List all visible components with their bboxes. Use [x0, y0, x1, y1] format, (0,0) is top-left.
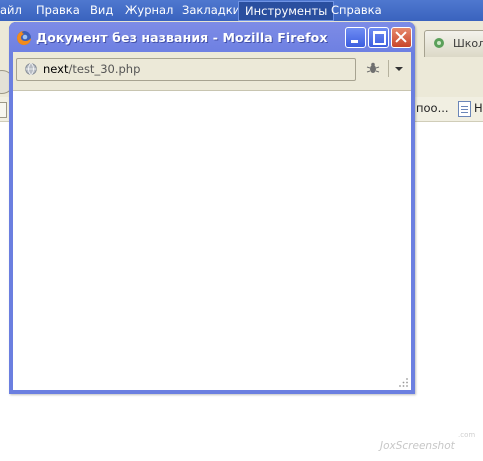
minimize-button[interactable] [345, 27, 366, 48]
tab-label: Школ [453, 37, 483, 50]
url-text: next/test_30.php [43, 59, 140, 80]
bookmark-item-2[interactable]: Н [474, 101, 483, 115]
firefox-icon [17, 31, 31, 45]
watermark-suffix: .com [458, 431, 476, 439]
url-host: next [43, 62, 69, 76]
menu-help[interactable]: Справка [331, 3, 382, 17]
chevron-down-icon[interactable] [391, 60, 407, 77]
popup-body: next/test_30.php [13, 52, 411, 390]
url-path: /test_30.php [68, 62, 141, 76]
menu-edit[interactable]: Правка [36, 3, 80, 17]
leaf-icon [434, 38, 444, 48]
navbar-separator [388, 60, 389, 77]
menu-history[interactable]: Журнал [125, 3, 173, 17]
menu-file[interactable]: айл [0, 3, 22, 17]
maximize-button[interactable] [368, 27, 389, 48]
popup-window: Документ без названия - Mozilla Firefox … [9, 22, 415, 394]
document-icon [458, 101, 471, 117]
popup-navbar: next/test_30.php [13, 52, 411, 91]
window-title: Документ без названия - Mozilla Firefox [36, 30, 328, 45]
menu-view[interactable]: Вид [90, 3, 113, 17]
close-button[interactable] [391, 27, 412, 48]
bug-icon[interactable] [366, 61, 380, 75]
menu-bookmarks[interactable]: Закладки [182, 3, 240, 17]
background-menubar: айл Правка Вид Журнал Закладки Инструмен… [0, 0, 483, 21]
background-tab[interactable]: Школ [424, 30, 483, 57]
menu-tools[interactable]: Инструменты [238, 1, 335, 21]
url-field[interactable]: next/test_30.php [16, 58, 356, 81]
bookmark-item[interactable]: поо... [416, 101, 449, 115]
globe-icon [25, 63, 37, 75]
popup-titlebar[interactable]: Документ без названия - Mozilla Firefox [9, 22, 415, 52]
watermark: JoxScreenshot [380, 440, 455, 452]
resize-grip-icon[interactable] [398, 377, 409, 388]
bookmark-stub[interactable] [0, 102, 7, 118]
page-content[interactable] [13, 91, 411, 390]
